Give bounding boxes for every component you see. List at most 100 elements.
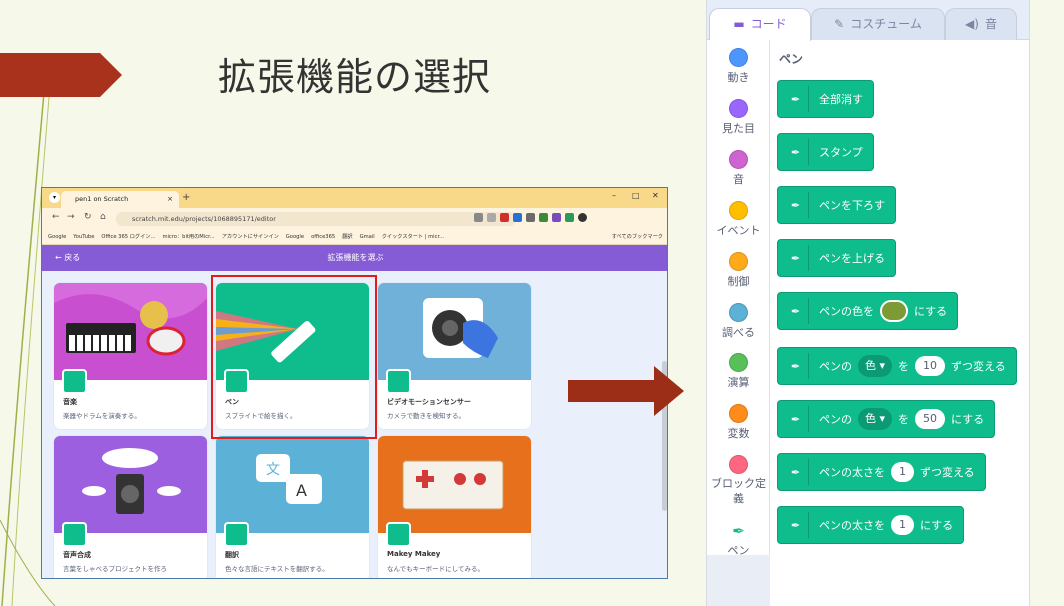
music-badge-icon (62, 369, 87, 394)
extension-icon[interactable] (539, 213, 548, 222)
number-input[interactable]: 1 (891, 462, 914, 482)
bookmark-item[interactable]: 翻訳 (342, 230, 352, 244)
speaker-icon: ◀) (965, 17, 979, 31)
editor-tabs: ▬ コード ✎ コスチューム ◀) 音 (707, 0, 1030, 41)
bookmark-item[interactable]: Gmail (360, 230, 375, 244)
bookmark-item[interactable]: アカウントにサインイン (222, 230, 279, 244)
translate-badge-icon (224, 522, 249, 547)
maximize-icon[interactable]: □ (632, 191, 640, 200)
extension-card-makey-makey[interactable]: Makey Makey なんでもキーボードにしてみる。 (378, 436, 531, 578)
tab-code[interactable]: ▬ コード (709, 8, 811, 41)
makey-makey-illustration (378, 436, 531, 533)
video-badge-icon (386, 369, 411, 394)
number-input[interactable]: 1 (891, 515, 914, 535)
right-arrow-icon (568, 366, 684, 416)
category-pen[interactable]: ✒ ペン (707, 522, 770, 558)
browser-tab[interactable]: pen1 on Scratch × (61, 191, 179, 208)
block-set-pen-size[interactable]: ✒ ペンの太さを 1 にする (777, 506, 965, 544)
pen-icon: ✒ (783, 406, 809, 432)
extension-card-video-sensing[interactable]: ビデオモーションセンサー カメラで動きを検知する。 (378, 283, 531, 429)
category-sound[interactable]: 音 (707, 150, 770, 187)
extension-card-translate[interactable]: 文 A 翻訳 色々な言語にテキストを翻訳する。 (216, 436, 369, 578)
new-tab-icon[interactable]: + (182, 191, 190, 205)
sound-dot-icon (729, 150, 748, 169)
bookmark-item[interactable]: クイックスタート | micr... (382, 230, 444, 244)
extension-icon[interactable] (552, 213, 561, 222)
number-input[interactable]: 10 (915, 356, 946, 376)
forward-arrow-icon[interactable]: → (67, 212, 75, 222)
category-motion[interactable]: 動き (707, 48, 770, 85)
all-bookmarks-item[interactable]: すべてのブックマーク (607, 230, 663, 244)
block-pen-down[interactable]: ✒ ペンを下ろす (777, 186, 896, 224)
slide-title: 拡張機能の選択 (218, 55, 492, 99)
url-field[interactable]: scratch.mit.edu/projects/1068895171/edit… (116, 212, 516, 226)
number-input[interactable]: 50 (915, 409, 946, 429)
speech-illustration (54, 436, 207, 533)
param-dropdown[interactable]: 色 ▾ (858, 408, 893, 430)
extension-card-music[interactable]: 音楽 楽器やドラムを演奏する。 (54, 283, 207, 429)
address-bar-row: ← → ↻ ⌂ scratch.mit.edu/projects/1068895… (42, 208, 667, 230)
extension-icon[interactable] (565, 213, 574, 222)
block-stamp[interactable]: ✒ スタンプ (777, 133, 874, 171)
pen-icon: ✒ (783, 512, 809, 538)
tab-search-icon[interactable]: ▾ (49, 192, 60, 203)
dropdown-arrow-icon: ▾ (879, 412, 886, 425)
bookmark-item[interactable]: Office 365 ログイン... (101, 230, 155, 244)
tab-sounds[interactable]: ◀) 音 (945, 8, 1017, 40)
close-tab-icon[interactable]: × (167, 191, 173, 208)
minimize-icon[interactable]: – (612, 191, 616, 200)
bookmark-item[interactable]: micro：bit用のMicr... (162, 230, 214, 244)
category-control[interactable]: 制御 (707, 252, 770, 289)
category-looks[interactable]: 見た目 (707, 99, 770, 136)
pen-icon: ✒ (783, 353, 809, 379)
star-icon[interactable] (487, 213, 496, 222)
browser-tab-bar: ▾ pen1 on Scratch × + – □ ✕ (42, 188, 667, 208)
bookmark-item[interactable]: office365 (311, 230, 335, 244)
tab-costumes[interactable]: ✎ コスチューム (811, 8, 945, 40)
bookmark-item[interactable]: YouTube (73, 230, 94, 244)
block-change-pen-size[interactable]: ✒ ペンの太さを 1 ずつ変える (777, 453, 986, 491)
extension-icon[interactable] (513, 213, 522, 222)
home-icon[interactable]: ⌂ (100, 212, 106, 222)
block-pen-up[interactable]: ✒ ペンを上げる (777, 239, 896, 277)
speech-badge-icon (62, 522, 87, 547)
dropdown-arrow-icon: ▾ (879, 359, 886, 372)
param-dropdown[interactable]: 色 ▾ (858, 355, 893, 377)
pen-icon: ✒ (783, 245, 809, 271)
library-title: 拡張機能を選ぶ (327, 253, 384, 262)
category-events[interactable]: イベント (707, 201, 770, 238)
category-sensing[interactable]: 調べる (707, 303, 770, 340)
extension-library-header: ← 戻る 拡張機能を選ぶ (42, 245, 667, 271)
bookmark-item[interactable]: Google (286, 230, 304, 244)
motion-dot-icon (729, 48, 748, 67)
pen-icon: ✒ (732, 522, 745, 540)
extension-icon[interactable] (500, 213, 509, 222)
pen-card-highlight (211, 275, 377, 439)
category-menu: 動き 見た目 音 イベント 制御 調べる 演算 変数 ブロック定義 ✒ ペン (707, 40, 770, 606)
zoom-icon[interactable] (474, 213, 483, 222)
block-change-pen-param[interactable]: ✒ ペンの 色 ▾ を 10 ずつ変える (777, 347, 1017, 385)
category-operators[interactable]: 演算 (707, 353, 770, 390)
block-set-pen-color[interactable]: ✒ ペンの色を にする (777, 292, 959, 330)
back-arrow-icon[interactable]: ← (52, 212, 60, 222)
category-variables[interactable]: 変数 (707, 404, 770, 441)
profile-icon[interactable] (578, 213, 587, 222)
block-clear[interactable]: ✒ 全部消す (777, 80, 874, 118)
block-set-pen-param[interactable]: ✒ ペンの 色 ▾ を 50 にする (777, 400, 996, 438)
category-pen-selected-bg (707, 555, 770, 606)
palette-section-title: ペン (779, 52, 804, 66)
my-blocks-dot-icon (729, 455, 748, 474)
events-dot-icon (729, 201, 748, 220)
color-swatch-input[interactable] (880, 300, 908, 322)
category-my-blocks[interactable]: ブロック定義 (707, 455, 770, 506)
extension-card-text-to-speech[interactable]: 音声合成 言葉をしゃべるプロジェクトを作ろ (54, 436, 207, 578)
variables-dot-icon (729, 404, 748, 423)
pen-icon: ✒ (783, 298, 809, 324)
brush-icon: ✎ (834, 17, 845, 31)
slide-title-marker (0, 53, 122, 97)
reload-icon[interactable]: ↻ (84, 212, 92, 222)
close-window-icon[interactable]: ✕ (652, 191, 659, 200)
extension-icon[interactable] (526, 213, 535, 222)
control-dot-icon (729, 252, 748, 271)
bookmark-item[interactable]: Google (48, 230, 66, 244)
